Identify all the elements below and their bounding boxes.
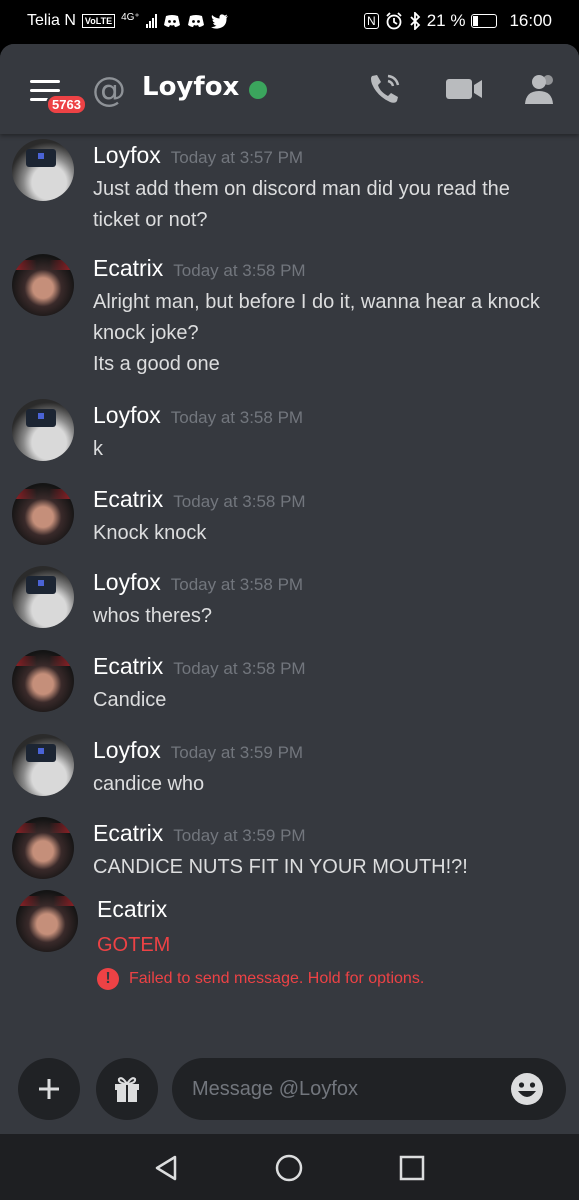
message-input[interactable] <box>172 1058 566 1120</box>
carrier-label: Telia N <box>27 12 76 29</box>
message-line: Knock knock <box>93 522 207 544</box>
message-list[interactable]: Loyfox Today at 3:57 PM Just add them on … <box>0 134 579 1054</box>
gift-button[interactable] <box>96 1058 158 1120</box>
message-line: knock joke? <box>93 322 199 344</box>
message-timestamp: Today at 3:59 PM <box>170 743 304 762</box>
message-content: CANDICE NUTS FIT IN YOUR MOUTH!?! <box>93 852 563 883</box>
back-icon[interactable] <box>151 1152 183 1184</box>
home-icon[interactable] <box>273 1152 305 1184</box>
channel-header: 5763 @ Loyfox <box>0 44 579 134</box>
gift-icon <box>115 1077 139 1102</box>
avatar[interactable] <box>12 139 74 201</box>
send-error-notice[interactable]: ! Failed to send message. Hold for optio… <box>97 968 424 990</box>
avatar[interactable] <box>12 650 74 712</box>
menu-icon-bar <box>30 89 60 92</box>
at-icon: @ <box>92 70 126 110</box>
message-timestamp: Today at 3:58 PM <box>173 659 306 678</box>
avatar[interactable] <box>12 734 74 796</box>
message-line: Its a good one <box>93 353 220 375</box>
message-line: k <box>93 438 103 460</box>
message-author[interactable]: Ecatrix <box>93 486 163 512</box>
plus-icon <box>39 1079 59 1099</box>
online-status-indicator <box>249 81 267 99</box>
message-content: k <box>93 434 563 465</box>
message-line: Alright man, but before I do it, wanna h… <box>93 291 540 313</box>
dm-screen: 5763 @ Loyfox Loyfox Today at 3:57 PM Jus… <box>0 44 579 1134</box>
notification-badge: 5763 <box>46 94 87 115</box>
error-icon: ! <box>97 968 119 990</box>
message-timestamp: Today at 3:58 PM <box>170 408 304 427</box>
message-content: Alright man, but before I do it, wanna h… <box>93 287 563 380</box>
message-line: whos theres? <box>93 605 212 627</box>
message-author[interactable]: Ecatrix <box>93 255 163 281</box>
message-author[interactable]: Ecatrix <box>97 896 167 922</box>
alarm-icon <box>386 12 402 30</box>
message-content: GOTEM <box>97 930 567 961</box>
menu-button[interactable]: 5763 <box>26 74 87 115</box>
message-author[interactable]: Loyfox <box>93 142 161 168</box>
volte-badge: VoLTE <box>81 14 116 28</box>
avatar[interactable] <box>12 483 74 545</box>
message-timestamp: Today at 3:57 PM <box>170 148 304 167</box>
message-author[interactable]: Loyfox <box>93 737 161 763</box>
battery-percent: 21 % <box>426 11 466 30</box>
message-timestamp: Today at 3:59 PM <box>173 826 306 845</box>
menu-icon <box>30 80 60 83</box>
recents-icon[interactable] <box>396 1152 428 1184</box>
call-icon[interactable] <box>366 72 406 106</box>
avatar[interactable] <box>12 566 74 628</box>
message-author[interactable]: Loyfox <box>93 569 161 595</box>
signal-icon <box>145 14 157 28</box>
system-navigation-bar <box>0 1134 579 1200</box>
message-author[interactable]: Ecatrix <box>93 820 163 846</box>
avatar[interactable] <box>12 399 74 461</box>
message-content: Candice <box>93 685 563 716</box>
message-author[interactable]: Loyfox <box>93 402 161 428</box>
message-timestamp: Today at 3:58 PM <box>173 492 306 511</box>
battery-icon <box>471 14 498 28</box>
discord-icon <box>187 15 204 27</box>
video-icon[interactable] <box>444 72 484 106</box>
message-line: candice who <box>93 773 205 795</box>
message-author[interactable]: Ecatrix <box>93 653 163 679</box>
message-content: whos theres? <box>93 601 563 632</box>
message-line: GOTEM <box>97 934 171 956</box>
message-line: CANDICE NUTS FIT IN YOUR MOUTH!?! <box>93 856 468 878</box>
message-line: Just add them on discord man did you rea… <box>93 178 510 200</box>
emoji-icon[interactable] <box>510 1072 544 1106</box>
message-timestamp: Today at 3:58 PM <box>170 575 304 594</box>
status-bar: Telia N VoLTE 4G⁺ N 21 % 16:00 <box>0 0 579 44</box>
network-type: 4G⁺ <box>121 11 140 23</box>
message-content: Just add them on discord man did you rea… <box>93 174 563 236</box>
message-line: ticket or not? <box>93 209 208 231</box>
message-line: Candice <box>93 689 167 711</box>
dm-title: Loyfox <box>142 72 240 102</box>
message-content: candice who <box>93 769 563 800</box>
discord-icon <box>163 15 180 27</box>
members-icon[interactable] <box>520 72 560 106</box>
message-content: Knock knock <box>93 518 563 549</box>
avatar[interactable] <box>12 817 74 879</box>
message-timestamp: Today at 3:58 PM <box>173 261 306 280</box>
send-error-text: Failed to send message. Hold for options… <box>129 970 425 987</box>
avatar[interactable] <box>12 254 74 316</box>
add-attachment-button[interactable] <box>18 1058 80 1120</box>
twitter-icon <box>210 13 228 29</box>
clock: 16:00 <box>509 11 552 30</box>
nfc-icon: N <box>364 13 379 29</box>
avatar[interactable] <box>16 890 78 952</box>
bluetooth-icon <box>410 12 420 30</box>
message-composer <box>0 1054 579 1134</box>
